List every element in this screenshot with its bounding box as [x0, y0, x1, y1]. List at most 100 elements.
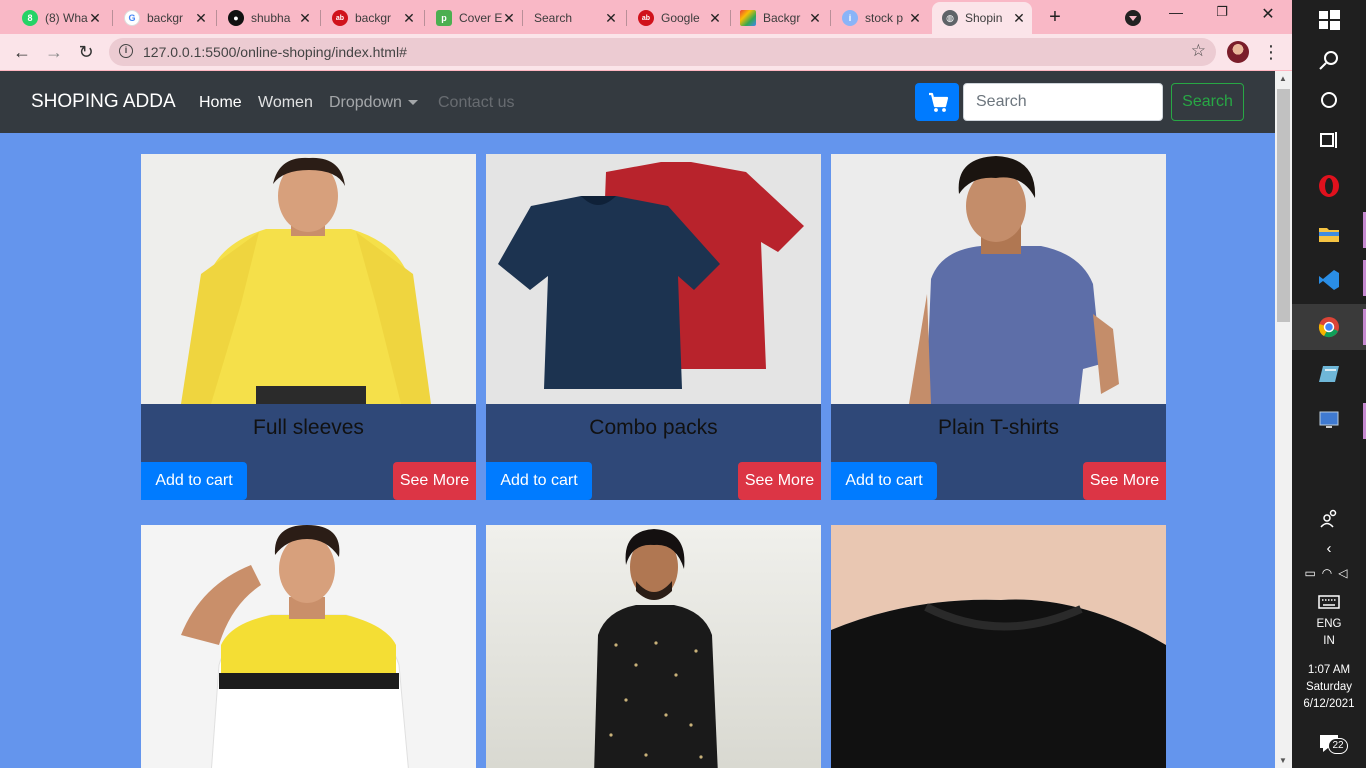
- window-close-icon[interactable]: ✕: [1248, 4, 1288, 24]
- cart-button[interactable]: [915, 83, 959, 121]
- browser-tab[interactable]: 8 (8) Wha ✕: [12, 4, 108, 32]
- cortana-icon[interactable]: [1317, 88, 1341, 112]
- ab-icon: ab: [638, 10, 654, 26]
- browser-tab-strip: 8 (8) Wha ✕ G backgr ✕ ● shubha ✕ ab bac…: [0, 0, 1292, 34]
- people-icon[interactable]: [1317, 506, 1341, 530]
- nav-dropdown[interactable]: Dropdown: [329, 94, 418, 112]
- scroll-up-icon[interactable]: ▲: [1279, 74, 1287, 83]
- keyboard-icon[interactable]: [1317, 590, 1341, 614]
- browser-tab[interactable]: ● shubha ✕: [218, 4, 318, 32]
- opera-icon[interactable]: [1317, 174, 1341, 198]
- close-icon[interactable]: ✕: [298, 10, 312, 27]
- tab-label: (8) Wha: [45, 11, 88, 25]
- product-image-combo-packs[interactable]: [486, 154, 821, 404]
- browser-toolbar: ← → ↻ i 127.0.0.1:5500/online-shoping/in…: [0, 34, 1292, 70]
- close-icon[interactable]: ✕: [194, 10, 208, 27]
- clock-date[interactable]: 6/12/2021: [1292, 696, 1366, 713]
- tab-search-icon[interactable]: [1125, 10, 1141, 26]
- close-icon[interactable]: ✕: [908, 10, 922, 27]
- windows-taskbar: ‹ ▭◠◁ ENG IN 1:07 AM Saturday 6/12/2021 …: [1292, 0, 1366, 768]
- close-icon[interactable]: ✕: [402, 10, 416, 27]
- file-explorer-icon[interactable]: [1317, 222, 1341, 246]
- minimize-icon[interactable]: —: [1156, 4, 1196, 20]
- tab-label: Google: [661, 11, 700, 25]
- add-to-cart-button[interactable]: Add to cart: [486, 462, 592, 500]
- notification-count-badge: 22: [1328, 738, 1348, 754]
- tab-label: Shopin: [965, 11, 1003, 25]
- product-image-black-tshirt[interactable]: [831, 525, 1166, 768]
- info-icon: i: [842, 10, 858, 26]
- browser-tab[interactable]: p Cover E ✕: [426, 4, 522, 32]
- browser-tab[interactable]: ab backgr ✕: [322, 4, 422, 32]
- new-tab-plus-icon[interactable]: +: [1044, 6, 1066, 29]
- search-button[interactable]: Search: [1171, 83, 1244, 121]
- product-image-kurta[interactable]: [486, 525, 821, 768]
- chrome-icon[interactable]: [1317, 315, 1341, 339]
- close-icon[interactable]: ✕: [808, 10, 822, 27]
- brand-logo-text[interactable]: SHOPING ADDA: [31, 91, 176, 113]
- whatsapp-icon: 8: [22, 10, 38, 26]
- close-icon[interactable]: ✕: [502, 10, 516, 27]
- add-to-cart-button[interactable]: Add to cart: [141, 462, 247, 500]
- windows-start-icon[interactable]: [1317, 8, 1341, 32]
- color-icon: [740, 10, 756, 26]
- task-view-icon[interactable]: [1317, 128, 1341, 152]
- add-to-cart-button[interactable]: Add to cart: [831, 462, 937, 500]
- back-arrow-icon[interactable]: ←: [10, 40, 34, 64]
- see-more-button[interactable]: See More: [738, 462, 821, 500]
- product-image-polo[interactable]: [141, 525, 476, 768]
- site-info-icon[interactable]: i: [119, 44, 133, 58]
- browser-tab[interactable]: Backgr ✕: [730, 4, 828, 32]
- card-body: Combo packs Add to cart See More: [486, 404, 821, 500]
- browser-tab[interactable]: i stock p ✕: [832, 4, 928, 32]
- see-more-button[interactable]: See More: [393, 462, 476, 500]
- nav-link-women[interactable]: Women: [258, 94, 313, 112]
- clock-time[interactable]: 1:07 AM: [1292, 662, 1366, 679]
- url-text[interactable]: 127.0.0.1:5500/online-shoping/index.html…: [143, 44, 407, 60]
- nav-link-home[interactable]: Home: [199, 94, 242, 112]
- remote-desktop-icon[interactable]: [1317, 408, 1341, 432]
- forward-arrow-icon[interactable]: →: [42, 40, 66, 64]
- region-indicator[interactable]: IN: [1292, 633, 1366, 650]
- browser-tab[interactable]: ab Google ✕: [628, 4, 728, 32]
- clock-day[interactable]: Saturday: [1292, 679, 1366, 696]
- notes-app-icon[interactable]: [1317, 362, 1341, 386]
- tab-label: shubha: [251, 11, 291, 25]
- restore-icon[interactable]: ❐: [1202, 4, 1242, 20]
- language-indicator[interactable]: ENG: [1292, 616, 1366, 633]
- page-scrollbar[interactable]: ▲ ▼: [1275, 71, 1292, 768]
- caret-down-icon: [407, 100, 418, 106]
- browser-tab[interactable]: Search ✕: [524, 4, 624, 32]
- profile-avatar[interactable]: [1227, 41, 1249, 63]
- page-viewport: SHOPING ADDA Home Women Dropdown Contact…: [0, 71, 1275, 768]
- product-image-plain-tshirts[interactable]: [831, 154, 1166, 404]
- tab-label: Search: [534, 11, 573, 25]
- cart-icon: [929, 92, 949, 112]
- card-body: Full sleeves Add to cart See More: [141, 404, 476, 500]
- search-icon[interactable]: [1317, 48, 1341, 72]
- close-icon[interactable]: ✕: [88, 10, 102, 27]
- chevron-left-icon[interactable]: ‹: [1292, 540, 1366, 557]
- product-image-full-sleeves[interactable]: [141, 154, 476, 404]
- system-tray-icons[interactable]: ▭◠◁: [1292, 565, 1366, 582]
- close-icon[interactable]: ✕: [708, 10, 722, 27]
- search-input[interactable]: [963, 83, 1163, 121]
- reload-icon[interactable]: ↻: [74, 40, 98, 64]
- card-title: Combo packs: [589, 416, 718, 439]
- browser-tab[interactable]: G backgr ✕: [114, 4, 214, 32]
- globe-icon: ◍: [942, 10, 958, 26]
- vscode-icon[interactable]: [1317, 268, 1341, 292]
- site-navbar: SHOPING ADDA Home Women Dropdown Contact…: [0, 71, 1275, 133]
- browser-tab-active[interactable]: ◍ Shopin ✕: [932, 2, 1032, 34]
- kebab-menu-icon[interactable]: ⋮: [1262, 40, 1280, 64]
- scrollbar-thumb[interactable]: [1277, 89, 1290, 322]
- close-icon[interactable]: ✕: [604, 10, 618, 27]
- see-more-button[interactable]: See More: [1083, 462, 1166, 500]
- scroll-down-icon[interactable]: ▼: [1279, 756, 1287, 765]
- address-bar[interactable]: i 127.0.0.1:5500/online-shoping/index.ht…: [109, 38, 1216, 66]
- card-title: Plain T-shirts: [938, 416, 1059, 439]
- card-body: Plain T-shirts Add to cart See More: [831, 404, 1166, 500]
- bookmark-star-icon[interactable]: ☆: [1191, 41, 1206, 61]
- close-icon[interactable]: ✕: [1012, 10, 1026, 27]
- nav-link-contact[interactable]: Contact us: [438, 94, 514, 112]
